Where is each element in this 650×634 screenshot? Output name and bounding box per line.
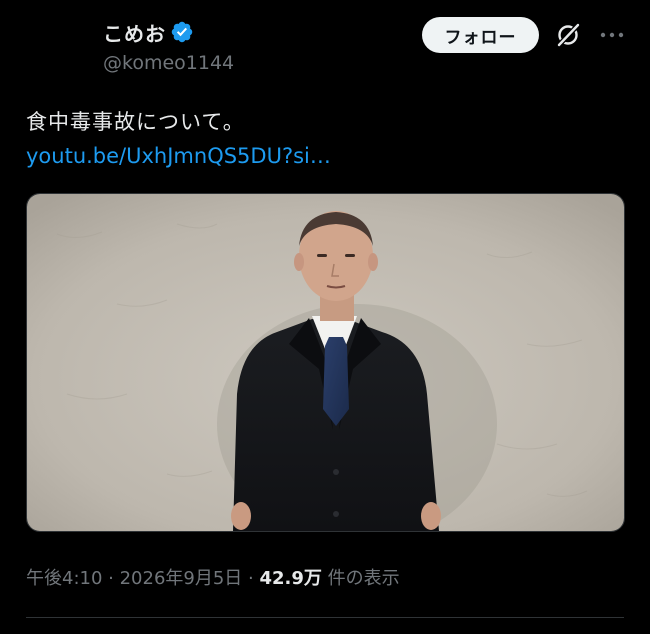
left-hand (231, 502, 251, 530)
tweet-text: 食中毒事故について。 (26, 110, 245, 134)
tweet-date[interactable]: 2026年9月5日 (120, 568, 243, 589)
follow-button[interactable]: フォロー (422, 17, 539, 53)
tweet-time[interactable]: 午後4:10 (26, 568, 102, 589)
right-hand (421, 502, 441, 530)
grok-icon[interactable] (555, 22, 581, 48)
meta-separator: · (242, 568, 260, 589)
jacket-button (333, 469, 339, 475)
tweet-meta: 午後4:10 · 2026年9月5日 · 42.9万 件の表示 (26, 564, 400, 590)
jacket-button (333, 511, 339, 517)
more-icon[interactable] (597, 23, 627, 47)
user-handle[interactable]: @komeo1144 (103, 52, 234, 74)
video-frame (27, 194, 624, 531)
views-count[interactable]: 42.9万 (259, 568, 321, 589)
tweet-header: こめお @komeo1144 フォロー (0, 0, 650, 90)
views-label: 件の表示 (321, 568, 400, 589)
meta-separator: · (102, 568, 120, 589)
video-thumbnail[interactable] (26, 193, 625, 532)
verified-badge-icon (171, 21, 193, 43)
divider (26, 617, 624, 618)
youtube-link[interactable]: youtu.be/UxhJmnQS5DU?si… (26, 144, 331, 168)
display-name[interactable]: こめお (103, 18, 166, 47)
necktie (323, 337, 349, 426)
